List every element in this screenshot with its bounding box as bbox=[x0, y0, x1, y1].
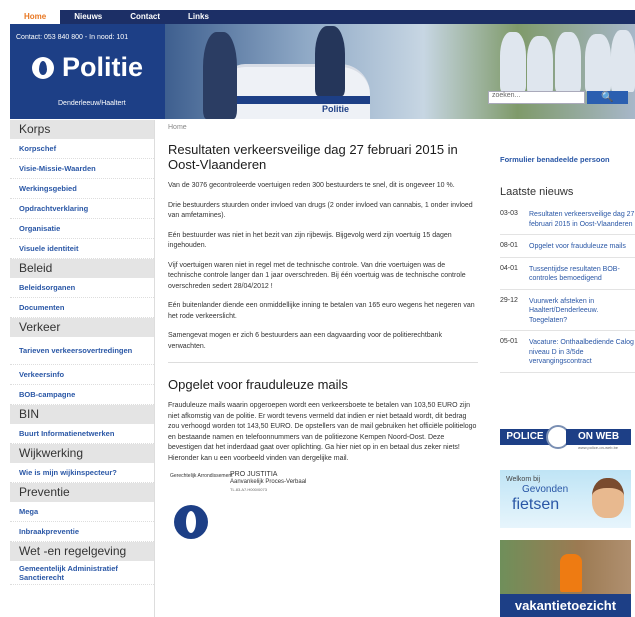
nav-home[interactable]: Home bbox=[10, 10, 61, 24]
form-link[interactable]: Formulier benadeelde persoon bbox=[500, 155, 610, 164]
letter-subtitle: Aanvankelijk Proces-Verbaal bbox=[230, 479, 307, 485]
sidebar-item-beleidsorganen[interactable]: Beleidsorganen bbox=[10, 278, 154, 298]
news-date: 29-12 bbox=[500, 296, 518, 304]
sidebar-item-verkeersinfo[interactable]: Verkeersinfo bbox=[10, 365, 154, 385]
article-paragraph: Eén bestuurder was niet in het bezit van… bbox=[168, 231, 452, 250]
banner-welcome: Welkom bij bbox=[506, 476, 541, 483]
contact-info: Contact: 053 840 800 - In nood: 101 bbox=[16, 34, 129, 41]
sidebar-category-bin[interactable]: BIN bbox=[10, 405, 154, 424]
sidebar-item-visuele-identiteit[interactable]: Visuele identiteit bbox=[10, 239, 154, 259]
news-heading: Laatste nieuws bbox=[500, 186, 574, 198]
header-photo: Politie bbox=[165, 24, 635, 119]
logo-subtitle: Denderleeuw/Haaltert bbox=[58, 100, 126, 107]
police-car-stripe bbox=[225, 96, 370, 104]
article-divider bbox=[168, 362, 478, 363]
police-flame-logo-icon bbox=[174, 505, 208, 539]
news-date: 08-01 bbox=[500, 242, 518, 249]
banner-gevonden: Gevonden bbox=[522, 484, 569, 495]
vakantietoezicht-banner[interactable]: vakantietoezicht bbox=[500, 540, 631, 617]
officer-figure bbox=[527, 36, 553, 94]
sidebar-item-mega[interactable]: Mega bbox=[10, 502, 154, 522]
article-paragraph: Samengevat mogen er zich 6 bestuurders a… bbox=[168, 332, 442, 350]
politie-logo-icon bbox=[32, 57, 54, 79]
nav-nieuws[interactable]: Nieuws bbox=[60, 10, 116, 24]
example-letter: Gerechtelijk Arrondissement PRO JUSTITIA… bbox=[168, 471, 478, 543]
officer-figure bbox=[203, 32, 237, 119]
search-icon: 🔍 bbox=[601, 92, 614, 103]
letter-arrondissement: Gerechtelijk Arrondissement bbox=[170, 473, 233, 479]
article-title: Opgelet voor frauduleuze mails bbox=[168, 377, 348, 392]
officer-figure bbox=[315, 26, 345, 96]
main-content: Resultaten verkeersveilige dag 27 februa… bbox=[168, 142, 478, 543]
letter-title: PRO JUSTITIA bbox=[230, 471, 278, 478]
officer-figure bbox=[555, 32, 581, 92]
officer-figure bbox=[611, 30, 635, 92]
banner-vakantietoezicht: vakantietoezicht bbox=[500, 594, 631, 617]
news-item[interactable]: 04-01 Tussentijdse resultaten BOB-contro… bbox=[500, 265, 635, 290]
article-paragraph: Van de 3076 gecontroleerde voertuigen re… bbox=[168, 182, 455, 189]
news-date: 04-01 bbox=[500, 264, 518, 272]
article-paragraph: Vijf voertuigen waren niet in regel met … bbox=[168, 261, 466, 290]
gevonden-fietsen-banner[interactable]: Welkom bij Gevonden fietsen bbox=[500, 470, 631, 528]
news-link[interactable]: Vacature: Onthaalbediende Calog niveau D… bbox=[529, 338, 635, 367]
police-car-label: Politie bbox=[322, 104, 350, 114]
banner-url: www.police-on-web.be bbox=[578, 445, 619, 450]
header: Contact: 053 840 800 - In nood: 101 Poli… bbox=[10, 24, 635, 119]
nav-links[interactable]: Links bbox=[174, 10, 223, 24]
news-date: 03-03 bbox=[500, 210, 518, 217]
sidebar-category-wijkwerking[interactable]: Wijkwerking bbox=[10, 444, 154, 463]
banner-police-label: POLICE bbox=[500, 429, 550, 445]
letter-reference: TL.83.A7.H000/0073 bbox=[230, 487, 267, 492]
sidebar-item-wijkinspecteur[interactable]: Wie is mijn wijkinspecteur? bbox=[10, 463, 154, 483]
search-button[interactable]: 🔍 bbox=[587, 91, 628, 104]
article-paragraph: Drie bestuurders stuurden onder invloed … bbox=[168, 201, 473, 220]
sidebar-item-werkingsgebied[interactable]: Werkingsgebied bbox=[10, 179, 154, 199]
sidebar-item-bob[interactable]: BOB-campagne bbox=[10, 385, 154, 405]
sidebar-item-korpschef[interactable]: Korpschef bbox=[10, 139, 154, 159]
banner-onweb-label: ON WEB bbox=[566, 429, 631, 445]
sidebar-category-verkeer[interactable]: Verkeer bbox=[10, 318, 154, 337]
news-list: 03-03 Resultaten verkeersveilige dag 27 … bbox=[500, 210, 635, 380]
sidebar-item-organisatie[interactable]: Organisatie bbox=[10, 219, 154, 239]
person-photo bbox=[592, 478, 624, 518]
sidebar-category-beleid[interactable]: Beleid bbox=[10, 259, 154, 278]
sidebar-item-visie[interactable]: Visie-Missie-Waarden bbox=[10, 159, 154, 179]
sidebar-category-wetgeving[interactable]: Wet -en regelgeving bbox=[10, 542, 154, 561]
news-link[interactable]: Resultaten verkeersveilige dag 27 februa… bbox=[529, 210, 635, 229]
news-item[interactable]: 03-03 Resultaten verkeersveilige dag 27 … bbox=[500, 210, 635, 235]
news-link[interactable]: Opgelet voor frauduleuze mails bbox=[529, 242, 635, 252]
nav-contact[interactable]: Contact bbox=[116, 10, 174, 24]
sidebar-category-preventie[interactable]: Preventie bbox=[10, 483, 154, 502]
news-link[interactable]: Tussentijdse resultaten BOB-controles be… bbox=[529, 265, 635, 284]
news-link[interactable]: Vuurwerk afsteken in Haaltert/Denderleeu… bbox=[529, 297, 635, 326]
sidebar-item-inbraakpreventie[interactable]: Inbraakpreventie bbox=[10, 522, 154, 542]
banner-fietsen: fietsen bbox=[512, 496, 560, 513]
news-item[interactable]: 29-12 Vuurwerk afsteken in Haaltert/Dend… bbox=[500, 296, 635, 331]
article-paragraph: Frauduleuze mails waarin opgeroepen word… bbox=[168, 402, 477, 462]
police-on-web-banner[interactable]: POLICE ON WEB www.police-on-web.be bbox=[500, 425, 631, 453]
sidebar-category-korps[interactable]: Korps bbox=[10, 120, 154, 139]
sidebar-item-bin[interactable]: Buurt Informatienetwerken bbox=[10, 424, 154, 444]
breadcrumb[interactable]: Home bbox=[168, 124, 187, 131]
officer-photo bbox=[560, 554, 582, 592]
news-item[interactable]: 08-01 Opgelet voor frauduleuze mails bbox=[500, 242, 635, 258]
officer-figure bbox=[500, 32, 526, 92]
sidebar-item-tarieven[interactable]: Tarieven verkeersovertredingen bbox=[10, 337, 154, 365]
article-paragraph: Eén buitenlander diende een onmiddellijk… bbox=[168, 302, 475, 320]
sidebar: Korps Korpschef Visie-Missie-Waarden Wer… bbox=[10, 120, 155, 617]
sidebar-item-opdrachtverklaring[interactable]: Opdrachtverklaring bbox=[10, 199, 154, 219]
officer-figure bbox=[585, 34, 611, 92]
sidebar-item-documenten[interactable]: Documenten bbox=[10, 298, 154, 318]
news-date: 05-01 bbox=[500, 338, 518, 345]
sidebar-item-gas[interactable]: Gemeentelijk Administratief Sanctierecht bbox=[10, 561, 154, 585]
top-nav: Home Nieuws Contact Links bbox=[10, 10, 635, 24]
logo-text[interactable]: Politie bbox=[62, 52, 143, 83]
news-item[interactable]: 05-01 Vacature: Onthaalbediende Calog ni… bbox=[500, 338, 635, 373]
search-input[interactable]: zoeken... bbox=[488, 91, 585, 104]
article-title: Resultaten verkeersveilige dag 27 februa… bbox=[168, 142, 458, 172]
